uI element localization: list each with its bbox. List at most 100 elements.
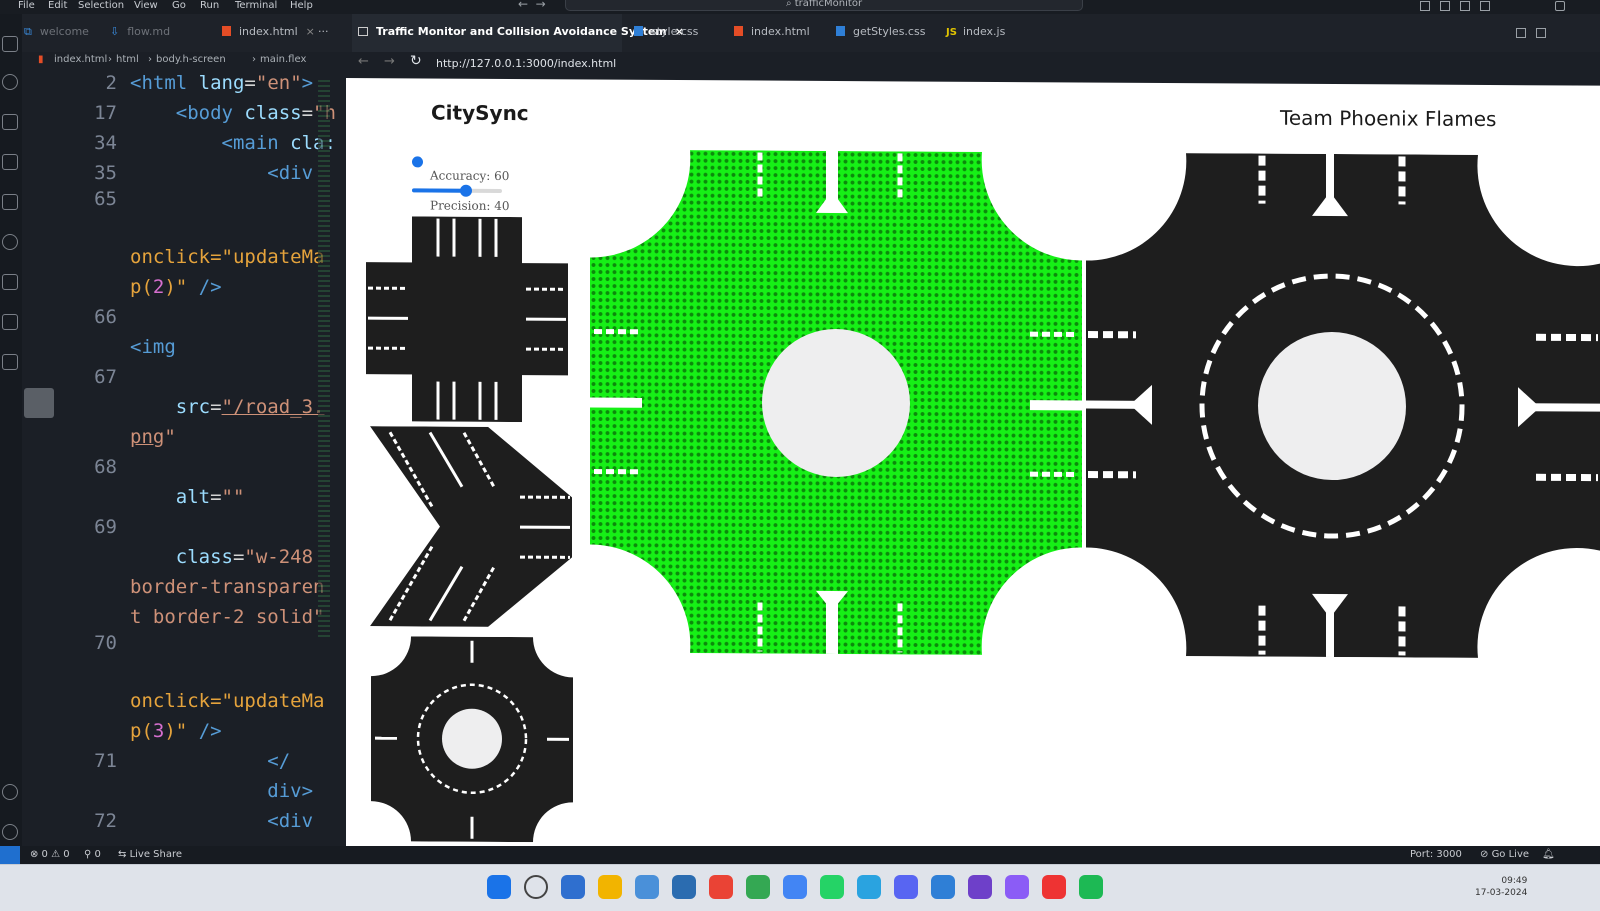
checkbox[interactable] xyxy=(412,156,423,168)
extensions-icon[interactable] xyxy=(2,194,18,210)
breadcrumb-item[interactable]: body.h-screen xyxy=(156,52,226,68)
reload-icon[interactable]: ↻ xyxy=(410,53,422,69)
live-share-button[interactable]: ⇆ Live Share xyxy=(118,846,182,864)
file-explorer-icon[interactable] xyxy=(598,875,622,899)
breadcrumb-item[interactable]: html xyxy=(116,52,139,68)
search-icon[interactable] xyxy=(2,74,18,90)
code-line[interactable]: <html lang="en"> xyxy=(130,72,313,94)
code-line[interactable]: class="w-248 xyxy=(130,546,313,568)
tab-overflow-button[interactable]: ··· xyxy=(318,14,338,52)
split-editor-icon[interactable] xyxy=(1516,28,1526,38)
tab-index-html-2[interactable]: index.html xyxy=(734,14,824,52)
tab-flow[interactable]: ⇩ flow.md xyxy=(110,14,190,52)
discord-icon[interactable] xyxy=(894,875,918,899)
four-way-intersection-thumbnail[interactable] xyxy=(366,216,568,423)
code-line[interactable]: <body class="h xyxy=(130,102,336,124)
layout-icon[interactable] xyxy=(1420,1,1430,11)
y-junction-thumbnail[interactable] xyxy=(370,426,572,627)
command-center[interactable]: ⌕ trafficMonitor xyxy=(565,0,1083,11)
layout-icon[interactable] xyxy=(1460,1,1470,11)
layout-icon[interactable] xyxy=(1440,1,1450,11)
history-nav-icons[interactable]: ← → xyxy=(518,0,546,11)
menu-item-run[interactable]: Run xyxy=(200,0,219,11)
close-icon[interactable]: × xyxy=(306,25,315,38)
app-icon[interactable] xyxy=(1042,875,1066,899)
back-icon[interactable]: ← xyxy=(358,54,369,69)
notifications-icon[interactable]: 🔔︎ xyxy=(1542,846,1555,864)
code-line[interactable]: png" xyxy=(130,426,176,448)
breadcrumb-item[interactable]: index.html xyxy=(54,52,107,68)
code-line[interactable]: alt="" xyxy=(130,486,245,508)
vscode-icon[interactable] xyxy=(931,875,955,899)
menu-item-selection[interactable]: Selection xyxy=(78,0,124,11)
run-debug-icon[interactable] xyxy=(2,154,18,170)
whatsapp-icon[interactable] xyxy=(820,875,844,899)
remote-icon[interactable] xyxy=(2,234,18,250)
photos-icon[interactable] xyxy=(635,875,659,899)
forward-icon[interactable]: → xyxy=(384,54,395,69)
tab-welcome[interactable]: ⧉ welcome xyxy=(24,14,104,52)
url-field[interactable]: http://127.0.0.1:3000/index.html xyxy=(436,57,616,70)
chrome-icon[interactable] xyxy=(783,875,807,899)
problems-indicator[interactable]: ⊗ 0 ⚠ 0 xyxy=(30,846,70,864)
account-icon[interactable] xyxy=(2,784,18,800)
menu-item-view[interactable]: View xyxy=(134,0,158,11)
accuracy-slider[interactable] xyxy=(412,184,502,197)
tab-traffic-monitor[interactable]: Traffic Monitor and Collision Avoidance … xyxy=(352,14,684,52)
testing-icon[interactable] xyxy=(2,274,18,290)
remote-indicator-icon[interactable] xyxy=(0,846,20,864)
app-icon[interactable] xyxy=(1005,875,1029,899)
start-icon[interactable] xyxy=(487,875,511,899)
roundabout-map[interactable] xyxy=(1086,153,1600,659)
code-line[interactable]: onclick="updateMa xyxy=(130,246,324,268)
menu-item-terminal[interactable]: Terminal xyxy=(235,0,277,11)
code-line[interactable]: <main cla: xyxy=(130,132,336,154)
tab-getstyles-css[interactable]: getStyles.css xyxy=(836,14,936,52)
github-icon[interactable] xyxy=(968,875,992,899)
chrome-icon[interactable] xyxy=(709,875,733,899)
menu-item-edit[interactable]: Edit xyxy=(48,0,67,11)
tab-index-html[interactable]: index.html × xyxy=(222,14,322,52)
gutter-gear-icon[interactable] xyxy=(24,388,54,418)
menu-item-help[interactable]: Help xyxy=(290,0,313,11)
explorer-icon[interactable] xyxy=(2,36,18,52)
green-overlay-map[interactable] xyxy=(590,149,1082,655)
code-editor[interactable]: 2 <html lang="en"> 17 <body class="h 34 <ma… xyxy=(22,72,352,847)
code-line[interactable]: </ xyxy=(130,750,290,772)
chrome-icon[interactable] xyxy=(746,875,770,899)
search-icon[interactable] xyxy=(524,875,548,899)
roundabout-thumbnail[interactable] xyxy=(371,636,573,843)
docker-icon[interactable] xyxy=(2,354,18,370)
tab-index-js[interactable]: JS index.js xyxy=(946,14,1026,52)
lock-icon[interactable] xyxy=(1536,28,1546,38)
code-line[interactable]: t border-2 solid" xyxy=(130,606,324,628)
menu-item-file[interactable]: File xyxy=(18,0,35,11)
code-line[interactable]: div> xyxy=(130,780,313,802)
tab-style-css[interactable]: style.css xyxy=(634,14,724,52)
breadcrumb-item[interactable]: main.flex xyxy=(260,52,306,68)
code-line[interactable]: <div xyxy=(130,162,313,184)
slider-knob[interactable] xyxy=(460,184,472,197)
code-line[interactable]: <div xyxy=(130,810,313,832)
code-line[interactable]: border-transparen xyxy=(130,576,324,598)
code-line[interactable]: onclick="updateMa xyxy=(130,690,324,712)
menu-item-go[interactable]: Go xyxy=(172,0,186,11)
live-share-icon[interactable] xyxy=(2,314,18,330)
code-line[interactable]: <img xyxy=(130,336,176,358)
calculator-icon[interactable] xyxy=(672,875,696,899)
spotify-icon[interactable] xyxy=(1079,875,1103,899)
telegram-icon[interactable] xyxy=(857,875,881,899)
store-icon[interactable] xyxy=(561,875,585,899)
ports-indicator[interactable]: ⚲ 0 xyxy=(84,846,101,864)
code-line[interactable]: p(2)" /> xyxy=(130,276,222,298)
restore-icon[interactable] xyxy=(1555,1,1565,11)
minimap[interactable] xyxy=(318,80,330,640)
port-indicator[interactable]: Port: 3000 xyxy=(1410,846,1462,864)
source-control-icon[interactable] xyxy=(2,114,18,130)
code-line[interactable]: src="/road_3. xyxy=(130,396,325,418)
system-clock[interactable]: 09:49 17-03-2024 xyxy=(1475,875,1527,899)
settings-gear-icon[interactable] xyxy=(2,824,18,840)
go-live-button[interactable]: ⊘ Go Live xyxy=(1480,846,1529,864)
layout-icon[interactable] xyxy=(1480,1,1490,11)
code-line[interactable]: p(3)" /> xyxy=(130,720,222,742)
